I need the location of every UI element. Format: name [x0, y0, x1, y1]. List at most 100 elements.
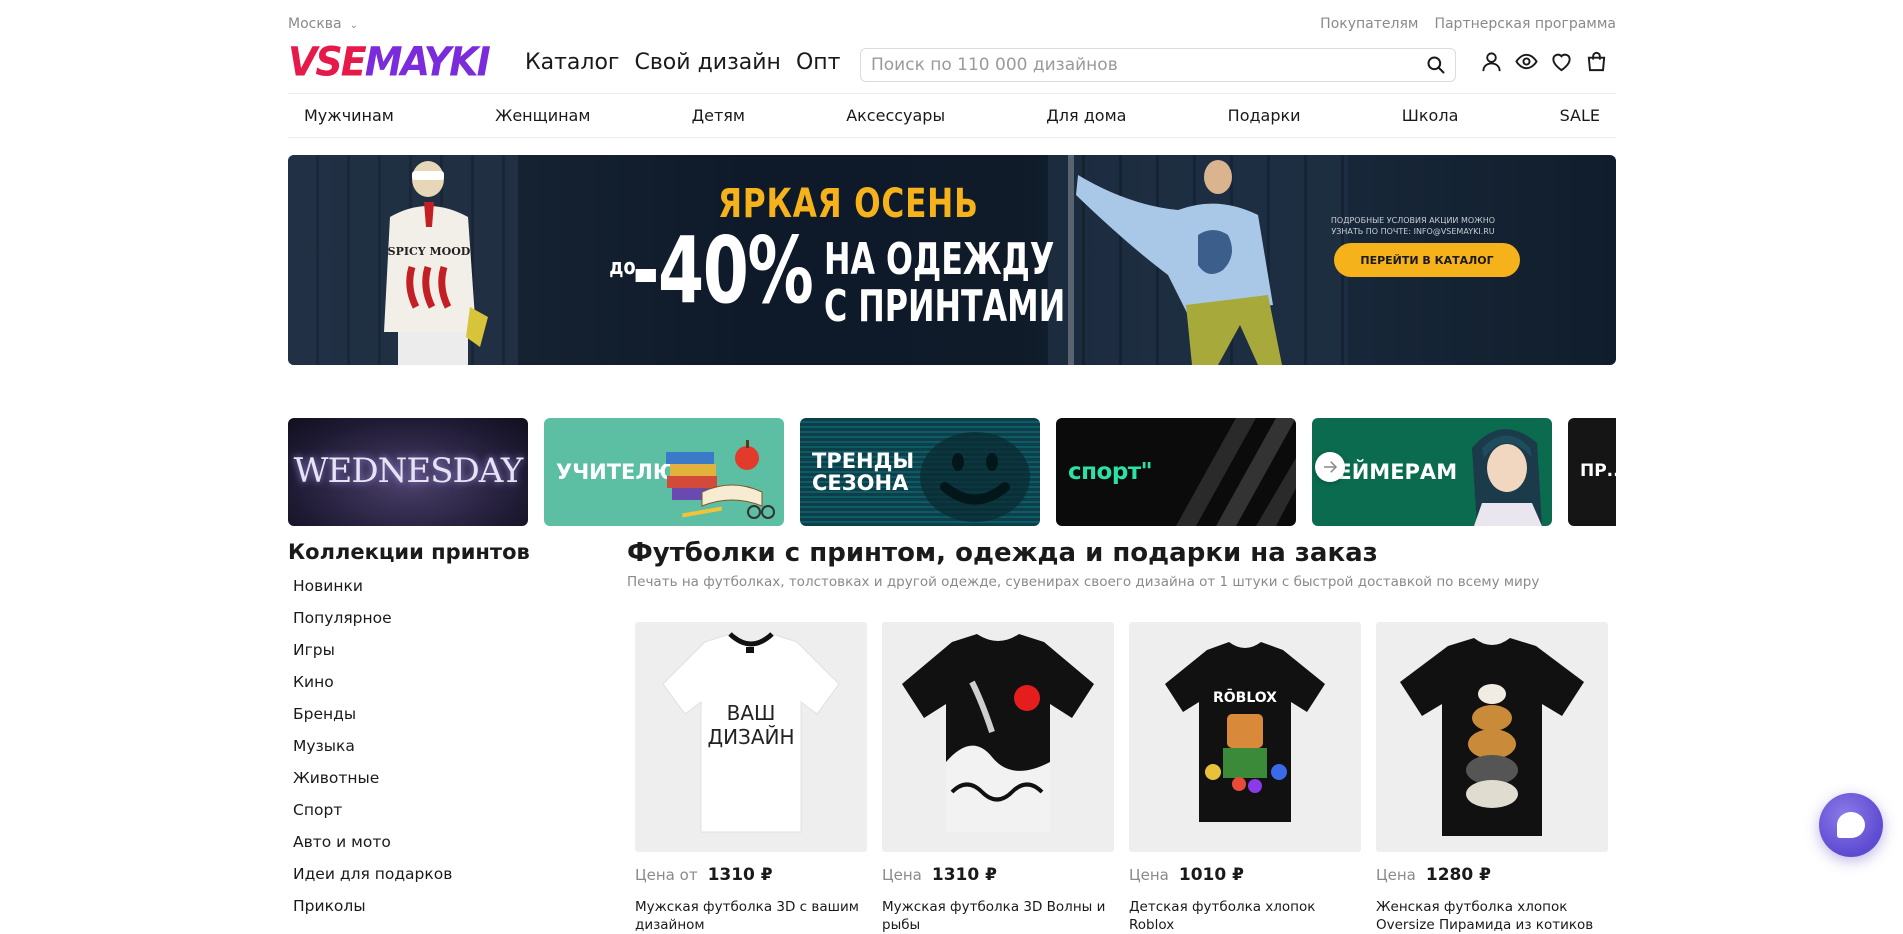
collection-tile-gamers[interactable]: ГЕЙМЕРАМ: [1312, 418, 1552, 526]
search-input[interactable]: [861, 49, 1391, 81]
price-row: Цена 1310 ₽: [882, 865, 1114, 885]
user-icon[interactable]: [1480, 50, 1503, 73]
header: VSE MAYKI Каталог Свой дизайн Опт: [288, 39, 1616, 90]
sweatshirt-print: SPICY MOOD: [388, 245, 471, 258]
checkered-pattern: [1176, 418, 1296, 526]
sidebar-item-movies[interactable]: Кино: [293, 666, 548, 698]
collection-slider: WEDNESDAY УЧИТЕЛЮ ТРЕНДЫ СЕЗОНА спорт" Г…: [288, 418, 1616, 526]
category-nav: Мужчинам Женщинам Детям Аксессуары Для д…: [288, 93, 1616, 138]
city-selector[interactable]: Москва ⌄: [288, 16, 358, 32]
cart-icon[interactable]: [1585, 50, 1608, 73]
category-women[interactable]: Женщинам: [495, 106, 590, 125]
product-image[interactable]: [882, 622, 1114, 852]
product-image[interactable]: RŌBLOX: [1129, 622, 1361, 852]
price-value: 1310 ₽: [931, 865, 997, 885]
sidebar-item-auto-moto[interactable]: Авто и мото: [293, 826, 548, 858]
price-label: Цена: [1376, 866, 1416, 884]
category-accessories[interactable]: Аксессуары: [846, 106, 945, 125]
collection-tile-teacher[interactable]: УЧИТЕЛЮ: [544, 418, 784, 526]
price-row: Цена 1010 ₽: [1129, 865, 1361, 885]
sidebar-item-games[interactable]: Игры: [293, 634, 548, 666]
heart-icon[interactable]: [1550, 50, 1573, 73]
product-name[interactable]: Мужская футболка 3D Волны и рыбы: [882, 898, 1114, 934]
tshirt-roblox-image: RŌBLOX: [1165, 642, 1325, 822]
price-value: 1010 ₽: [1178, 865, 1244, 885]
category-sale[interactable]: SALE: [1560, 106, 1600, 125]
logo-part-mayki: MAYKI: [364, 38, 491, 86]
logo[interactable]: VSE MAYKI: [288, 39, 491, 85]
chevron-down-icon: ⌄: [349, 19, 359, 31]
collection-tile-partial[interactable]: ПР... НЕ...: [1568, 418, 1616, 526]
page-subtitle: Печать на футболках, толстовках и другой…: [627, 574, 1540, 590]
chat-bubble-icon: [1837, 812, 1865, 838]
nav-wholesale[interactable]: Опт: [796, 50, 841, 75]
product-name[interactable]: Детская футболка хлопок Roblox: [1129, 898, 1361, 934]
product-card[interactable]: Цена 1310 ₽ Мужская футболка 3D Волны и …: [882, 622, 1114, 934]
city-label: Москва: [288, 16, 342, 32]
search-box: [860, 48, 1456, 82]
tshirt-print-text: ВАШ: [727, 701, 776, 725]
sidebar-item-funny[interactable]: Приколы: [293, 890, 548, 922]
nav-own-design[interactable]: Свой дизайн: [634, 50, 780, 75]
banner-percent: -40%: [632, 217, 814, 324]
product-image[interactable]: ВАШ ДИЗАЙН: [635, 622, 867, 852]
search-icon[interactable]: [1426, 55, 1446, 75]
price-row: Цена от 1310 ₽: [635, 865, 867, 885]
product-card[interactable]: Цена 1280 ₽ Женская футболка хлопок Over…: [1376, 622, 1608, 934]
top-bar: Москва ⌄ Покупателям Партнерская програм…: [288, 16, 1616, 36]
category-kids[interactable]: Детям: [692, 106, 745, 125]
promo-banner[interactable]: SPICY MOOD ЯРКАЯ ОСЕНЬ до -40% НА ОДЕЖДУ…: [288, 155, 1616, 365]
sidebar-item-sport[interactable]: Спорт: [293, 794, 548, 826]
collection-label: ПР... НЕ...: [1580, 461, 1616, 482]
sidebar-item-gift-ideas[interactable]: Идеи для подарков: [293, 858, 548, 890]
category-school[interactable]: Школа: [1402, 106, 1459, 125]
category-home[interactable]: Для дома: [1046, 106, 1126, 125]
smiley-face-icon: [920, 432, 1030, 522]
collection-tile-wednesday[interactable]: WEDNESDAY: [288, 418, 528, 526]
main-content: Футболки с принтом, одежда и подарки на …: [627, 538, 1616, 933]
price-value: 1280 ₽: [1425, 865, 1491, 885]
product-card[interactable]: ВАШ ДИЗАЙН Цена от 1310 ₽ Мужская футбол…: [635, 622, 867, 934]
tshirt-print-text: RŌBLOX: [1213, 688, 1277, 706]
price-label: Цена от: [635, 866, 698, 884]
collection-label: WEDNESDAY: [293, 451, 524, 492]
go-to-catalog-button[interactable]: ПЕРЕЙТИ В КАТАЛОГ: [1334, 243, 1520, 277]
product-name[interactable]: Мужская футболка 3D с вашим дизайном: [635, 898, 867, 934]
banner-model-man: [1068, 155, 1282, 365]
banner-line-1: НА ОДЕЖДУ: [824, 234, 1055, 285]
collection-label: УЧИТЕЛЮ: [556, 459, 678, 484]
collection-label: спорт": [1068, 458, 1153, 485]
product-card[interactable]: RŌBLOX Цена 1010 ₽ Детская футболка хлоп…: [1129, 622, 1361, 934]
collection-label: ТРЕНДЫ СЕЗОНА: [812, 448, 915, 495]
tshirt-white-image: ВАШ ДИЗАЙН: [662, 632, 840, 833]
collection-tile-sport[interactable]: спорт": [1056, 418, 1296, 526]
tshirt-waves-image: [902, 634, 1094, 832]
anime-character-illustration: [1472, 429, 1542, 526]
banner-line-2: С ПРИНТАМИ: [824, 281, 1066, 332]
price-label: Цена: [1129, 866, 1169, 884]
header-icons: [1480, 50, 1608, 73]
slider-next-button[interactable]: [1315, 452, 1345, 482]
product-name[interactable]: Женская футболка хлопок Oversize Пирамид…: [1376, 898, 1608, 934]
category-men[interactable]: Мужчинам: [304, 106, 394, 125]
eye-icon[interactable]: [1515, 50, 1538, 73]
tshirt-cats-image: [1400, 638, 1584, 836]
product-image[interactable]: [1376, 622, 1608, 852]
category-gifts[interactable]: Подарки: [1228, 106, 1301, 125]
link-partner-program[interactable]: Партнерская программа: [1434, 16, 1616, 32]
price-label: Цена: [882, 866, 922, 884]
collection-tile-trends[interactable]: ТРЕНДЫ СЕЗОНА: [800, 418, 1040, 526]
sidebar-item-brands[interactable]: Бренды: [293, 698, 548, 730]
nav-catalog[interactable]: Каталог: [525, 50, 619, 75]
print-collections-sidebar: Коллекции принтов Новинки Популярное Игр…: [288, 540, 548, 922]
page-title: Футболки с принтом, одежда и подарки на …: [627, 538, 1378, 568]
link-buyers[interactable]: Покупателям: [1320, 16, 1418, 32]
sidebar-item-music[interactable]: Музыка: [293, 730, 548, 762]
sidebar-item-animals[interactable]: Животные: [293, 762, 548, 794]
top-links: Покупателям Партнерская программа: [1320, 16, 1616, 32]
sidebar-item-new[interactable]: Новинки: [293, 570, 548, 602]
logo-part-vse: VSE: [288, 38, 367, 86]
sidebar-item-popular[interactable]: Популярное: [293, 602, 548, 634]
chat-widget-button[interactable]: [1819, 793, 1883, 857]
tshirt-print-text: ДИЗАЙН: [707, 725, 794, 749]
